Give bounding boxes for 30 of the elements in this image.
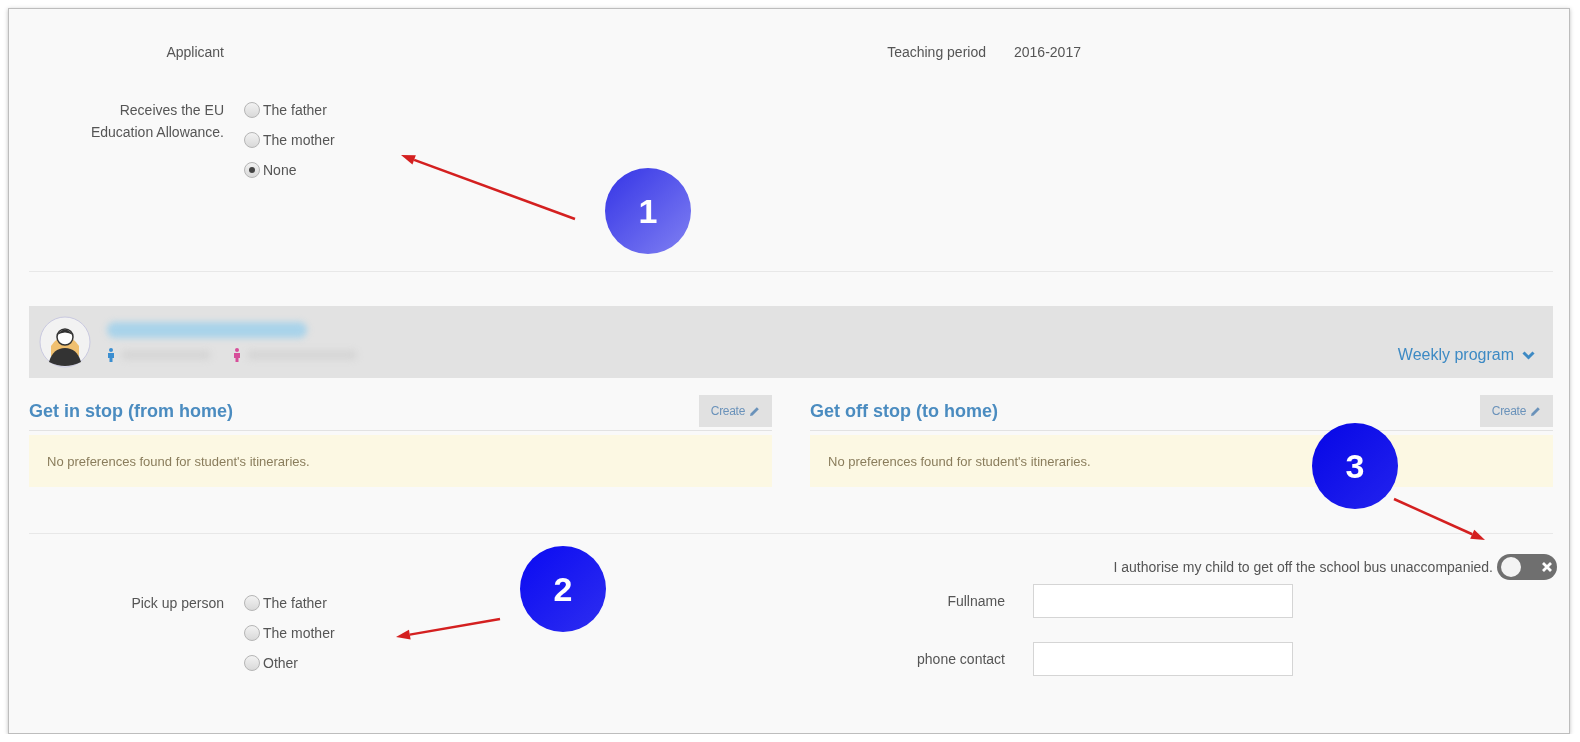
radio-option[interactable]: The mother bbox=[244, 129, 335, 151]
radio-option[interactable]: The father bbox=[244, 99, 327, 121]
field-label: phone contact bbox=[916, 650, 1005, 669]
step-number: 3 bbox=[1312, 423, 1398, 509]
toggle-switch[interactable] bbox=[1497, 554, 1557, 580]
chevron-down-icon bbox=[1522, 350, 1535, 360]
male-icon bbox=[107, 348, 115, 362]
female-icon bbox=[233, 348, 241, 362]
toggle-label: I authorise my child to get off the school bus unaccompanied. bbox=[1113, 559, 1493, 575]
field-label: Teaching period bbox=[886, 43, 986, 62]
pencil-icon bbox=[1530, 405, 1541, 417]
field-label: Fullname bbox=[946, 592, 1005, 611]
section-title: Get off stop (to home) bbox=[810, 400, 998, 422]
step-number: 2 bbox=[520, 546, 606, 632]
field-label: Applicant bbox=[165, 43, 224, 62]
radio-option[interactable]: The father bbox=[244, 592, 327, 614]
text-field[interactable] bbox=[1033, 642, 1293, 676]
empty-notice: No preferences found for student's itineraries. bbox=[29, 435, 772, 487]
cross-icon bbox=[1541, 561, 1553, 573]
field-value: 2016-2017 bbox=[1014, 43, 1082, 62]
text-field[interactable] bbox=[1033, 584, 1293, 618]
radio-option[interactable]: Other bbox=[244, 652, 298, 674]
pencil-icon bbox=[749, 405, 760, 417]
step-number: 1 bbox=[605, 168, 691, 254]
field-label: Receives the EU Education Allowance. bbox=[89, 101, 224, 142]
radio-option[interactable]: None bbox=[244, 159, 297, 181]
radio-option[interactable]: The mother bbox=[244, 622, 335, 644]
section-title: Get in stop (from home) bbox=[29, 400, 233, 422]
field-label: Pick up person bbox=[130, 594, 224, 613]
avatar-icon bbox=[39, 316, 91, 368]
